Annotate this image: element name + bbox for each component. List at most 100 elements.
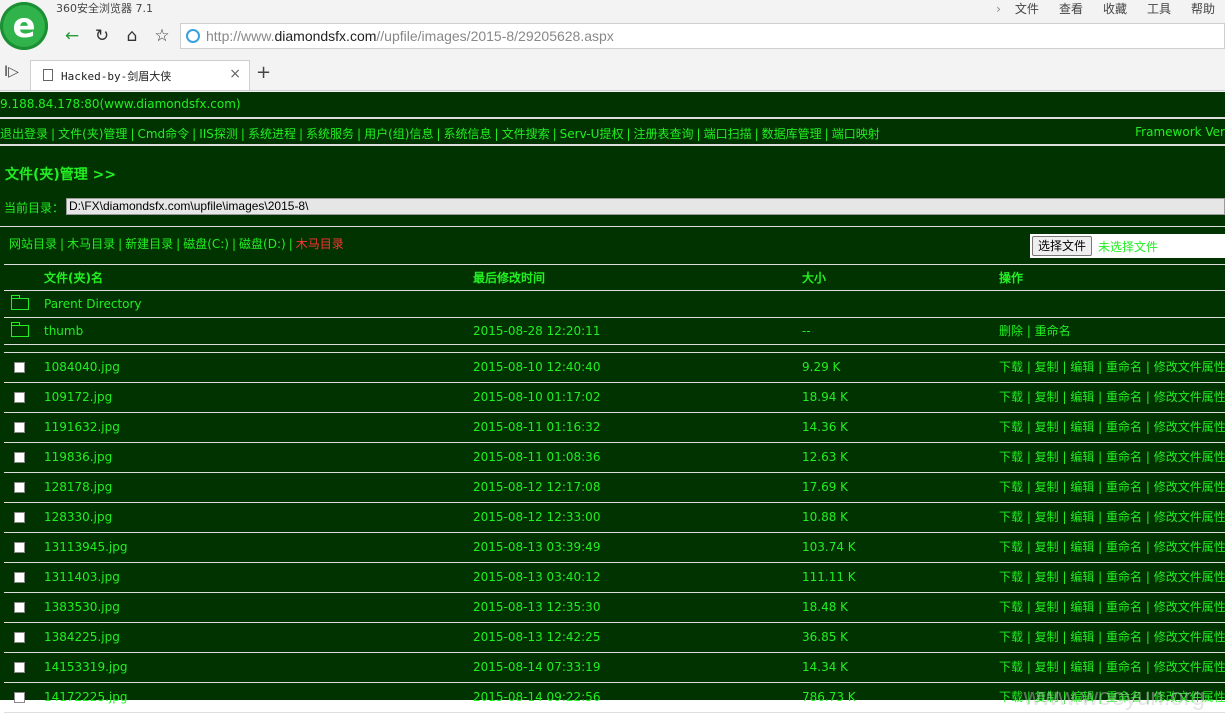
menu-view[interactable]: 查看 — [1059, 0, 1083, 17]
file-checkbox[interactable] — [14, 422, 25, 433]
file-actions[interactable]: 下载 | 复制 | 编辑 | 重命名 | 修改文件属性 — [999, 623, 1225, 651]
file-checkbox[interactable] — [14, 692, 25, 703]
directory-name[interactable]: thumb — [44, 318, 83, 344]
file-name[interactable]: 13113945.jpg — [44, 533, 127, 561]
table-row-directory[interactable]: Parent Directory — [4, 291, 1225, 318]
file-name[interactable]: 14172225.jpg — [44, 683, 127, 711]
file-modified: 2015-08-13 03:40:12 — [473, 570, 601, 584]
directory-name[interactable]: Parent Directory — [44, 291, 142, 317]
file-actions[interactable]: 下载 | 复制 | 编辑 | 重命名 | 修改文件属性 — [999, 413, 1225, 441]
chevron-right-icon[interactable]: › — [996, 2, 1001, 16]
file-actions[interactable]: 下载 | 复制 | 编辑 | 重命名 | 修改文件属性 — [999, 533, 1225, 561]
link-separator: | — [60, 237, 65, 251]
nav-link[interactable]: 数据库管理 — [762, 127, 822, 141]
nav-link[interactable]: 退出登录 — [0, 127, 48, 141]
file-size: 10.88 K — [802, 510, 849, 524]
nav-link[interactable]: 文件(夹)管理 — [58, 127, 127, 141]
divider — [0, 144, 1225, 146]
file-modified: 2015-08-12 12:17:08 — [473, 480, 601, 494]
home-icon[interactable]: ⌂ — [118, 22, 146, 50]
file-checkbox[interactable] — [14, 362, 25, 373]
nav-separator: | — [552, 127, 557, 141]
nav-link[interactable]: 注册表查询 — [634, 127, 694, 141]
nav-link[interactable]: 文件搜索 — [502, 127, 550, 141]
file-name[interactable]: 109172.jpg — [44, 383, 112, 411]
file-checkbox[interactable] — [14, 512, 25, 523]
file-checkbox[interactable] — [14, 662, 25, 673]
file-actions[interactable]: 下载 | 复制 | 编辑 | 重命名 | 修改文件属性 — [999, 353, 1225, 381]
file-checkbox[interactable] — [14, 602, 25, 613]
back-arrow-icon[interactable]: ← — [58, 22, 86, 50]
nav-link[interactable]: 系统进程 — [248, 127, 296, 141]
directory-actions[interactable]: 删除 | 重命名 — [999, 318, 1071, 344]
choose-file-button[interactable]: 选择文件 — [1032, 236, 1093, 256]
nav-link[interactable]: 端口映射 — [832, 127, 880, 141]
file-actions[interactable]: 下载 | 复制 | 编辑 | 重命名 | 修改文件属性 — [999, 383, 1225, 411]
file-actions[interactable]: 下载 | 复制 | 编辑 | 重命名 | 修改文件属性 — [999, 653, 1225, 681]
quick-link[interactable]: 网站目录 — [9, 237, 57, 251]
file-name[interactable]: 14153319.jpg — [44, 653, 127, 681]
file-checkbox[interactable] — [14, 572, 25, 583]
file-name[interactable]: 1084040.jpg — [44, 353, 120, 381]
file-actions[interactable]: 下载 | 复制 | 编辑 | 重命名 | 修改文件属性 — [999, 443, 1225, 471]
quick-link[interactable]: 新建目录 — [125, 237, 173, 251]
nav-separator: | — [130, 127, 135, 141]
file-size: 17.69 K — [802, 480, 849, 494]
refresh-icon[interactable]: ↻ — [88, 22, 116, 50]
table-row-directory[interactable]: thumb 2015-08-28 12:20:11 -- 删除 | 重命名 — [4, 318, 1225, 345]
nav-separator: | — [824, 127, 829, 141]
nav-separator: | — [436, 127, 441, 141]
nav-link[interactable]: Cmd命令 — [137, 127, 189, 141]
file-name[interactable]: 1311403.jpg — [44, 563, 120, 591]
address-text[interactable]: http://www.diamondsfx.com//upfile/images… — [206, 28, 614, 44]
file-checkbox[interactable] — [14, 632, 25, 643]
nav-link[interactable]: 用户(组)信息 — [364, 127, 433, 141]
file-name[interactable]: 1383530.jpg — [44, 593, 120, 621]
file-name[interactable]: 1384225.jpg — [44, 623, 120, 651]
file-modified: 2015-08-12 12:33:00 — [473, 510, 601, 524]
file-modified: 2015-08-11 01:16:32 — [473, 420, 601, 434]
menu-tools[interactable]: 工具 — [1147, 0, 1171, 17]
watermark: www.wooyun.org — [1023, 684, 1205, 711]
nav-separator: | — [298, 127, 304, 141]
quick-link[interactable]: 磁盘(D:) — [239, 237, 286, 251]
file-upload: 选择文件 未选择文件 — [1030, 234, 1225, 258]
quick-link[interactable]: 磁盘(C:) — [183, 237, 229, 251]
file-checkbox[interactable] — [14, 482, 25, 493]
close-icon[interactable]: × — [229, 66, 241, 82]
table-spacer — [4, 345, 1225, 353]
page-icon — [43, 69, 53, 81]
file-name[interactable]: 128178.jpg — [44, 473, 112, 501]
file-name[interactable]: 128330.jpg — [44, 503, 112, 531]
file-actions[interactable]: 下载 | 复制 | 编辑 | 重命名 | 修改文件属性 — [999, 593, 1225, 621]
current-dir-input[interactable]: D:\FX\diamondsfx.com\upfile\images\2015-… — [66, 198, 1225, 215]
file-modified: 2015-08-14 09:22:56 — [473, 690, 601, 704]
file-size: 9.29 K — [802, 360, 841, 374]
menu-file[interactable]: 文件 — [1015, 0, 1039, 17]
star-icon[interactable]: ☆ — [148, 22, 176, 50]
file-actions[interactable]: 下载 | 复制 | 编辑 | 重命名 | 修改文件属性 — [999, 503, 1225, 531]
file-checkbox[interactable] — [14, 542, 25, 553]
table-row: 13113945.jpg 2015-08-13 03:39:49 103.74 K 下… — [4, 533, 1225, 563]
file-actions[interactable]: 下载 | 复制 | 编辑 | 重命名 | 修改文件属性 — [999, 473, 1225, 501]
menu-help[interactable]: 帮助 — [1191, 0, 1215, 17]
nav-link[interactable]: Serv-U提权 — [560, 127, 624, 141]
nav-link[interactable]: 系统服务 — [306, 127, 354, 141]
quick-link[interactable]: 木马目录 — [67, 237, 115, 251]
menu-favorites[interactable]: 收藏 — [1103, 0, 1127, 17]
address-bar[interactable]: http://www.diamondsfx.com//upfile/images… — [180, 23, 1225, 49]
file-name[interactable]: 119836.jpg — [44, 443, 112, 471]
nav-link[interactable]: 端口扫描 — [704, 127, 752, 141]
new-tab-button[interactable]: + — [256, 62, 271, 83]
nav-link[interactable]: IIS探测 — [199, 127, 238, 141]
quick-link-trojan[interactable]: 木马目录 — [296, 237, 344, 251]
file-checkbox[interactable] — [14, 392, 25, 403]
tab-active[interactable]: Hacked-by-剑眉大侠 × — [30, 60, 250, 90]
file-name[interactable]: 1191632.jpg — [44, 413, 120, 441]
file-size: 18.48 K — [802, 600, 849, 614]
file-modified: 2015-08-10 12:40:40 — [473, 360, 601, 374]
file-checkbox[interactable] — [14, 452, 25, 463]
file-actions[interactable]: 下载 | 复制 | 编辑 | 重命名 | 修改文件属性 — [999, 563, 1225, 591]
nav-link[interactable]: 系统信息 — [444, 127, 492, 141]
sidebar-toggle-icon[interactable]: I▷ — [4, 64, 19, 80]
